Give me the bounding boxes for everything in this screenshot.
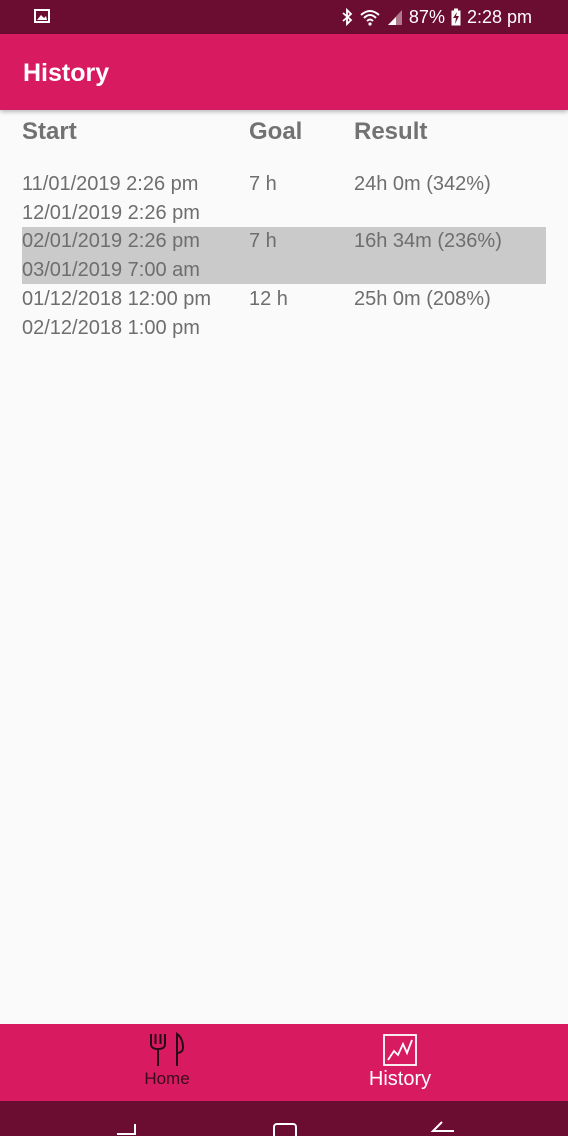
- row-dates: 01/12/2018 12:00 pm 02/12/2018 1:00 pm: [22, 285, 211, 343]
- table-row[interactable]: 01/12/2018 12:00 pm 02/12/2018 1:00 pm 1…: [22, 285, 546, 342]
- system-navigation-bar: [0, 1101, 568, 1136]
- nav-label-history: History: [368, 1068, 432, 1090]
- row-result: 25h 0m (208%): [354, 288, 491, 310]
- status-bar: 87% 2:28 pm: [0, 0, 568, 34]
- page-title: History: [23, 59, 110, 87]
- row-result: 16h 34m (236%): [354, 230, 502, 252]
- row-end-date: 12/01/2019 2:26 pm: [22, 202, 200, 224]
- header-start: Start: [22, 118, 77, 145]
- clock: 2:28 pm: [466, 6, 532, 27]
- row-end-date: 02/12/2018 1:00 pm: [22, 317, 200, 339]
- row-dates: 02/01/2019 2:26 pm 03/01/2019 7:00 am: [22, 227, 200, 285]
- row-goal: 12 h: [249, 288, 288, 310]
- gallery-icon: [34, 9, 50, 23]
- table-header: Start Goal Result: [0, 110, 568, 154]
- wifi-icon: [360, 10, 380, 26]
- home-icon[interactable]: [272, 1122, 298, 1136]
- header-result: Result: [354, 118, 428, 145]
- row-start-date: 11/01/2019 2:26 pm: [22, 173, 199, 195]
- bottom-navigation: Home History: [0, 1024, 568, 1101]
- table-row[interactable]: 11/01/2019 2:26 pm 12/01/2019 2:26 pm 7 …: [22, 170, 546, 227]
- nav-item-history[interactable]: History: [320, 1024, 480, 1101]
- battery-charging-icon: [451, 8, 461, 26]
- recent-apps-icon[interactable]: [115, 1121, 139, 1136]
- row-start-date: 01/12/2018 12:00 pm: [22, 288, 212, 310]
- back-icon[interactable]: [430, 1120, 456, 1136]
- fork-knife-icon: [148, 1032, 186, 1068]
- row-start-date: 02/01/2019 2:26 pm: [22, 230, 200, 252]
- row-goal: 7 h: [249, 230, 277, 252]
- app-bar: History: [0, 34, 568, 110]
- nav-item-home[interactable]: Home: [87, 1024, 247, 1101]
- signal-icon: [387, 10, 402, 25]
- table-row-selected[interactable]: 02/01/2019 2:26 pm 03/01/2019 7:00 am 7 …: [22, 227, 546, 284]
- chart-icon: [382, 1032, 418, 1068]
- header-goal: Goal: [249, 118, 303, 145]
- status-indicators: 87% 2:28 pm: [341, 0, 532, 34]
- row-result: 24h 0m (342%): [354, 173, 491, 195]
- row-end-date: 03/01/2019 7:00 am: [22, 259, 200, 281]
- battery-percent: 87%: [408, 6, 445, 27]
- row-dates: 11/01/2019 2:26 pm 12/01/2019 2:26 pm: [22, 170, 200, 228]
- bluetooth-icon: [342, 8, 353, 26]
- row-goal: 7 h: [249, 173, 277, 195]
- nav-label-home: Home: [144, 1069, 190, 1088]
